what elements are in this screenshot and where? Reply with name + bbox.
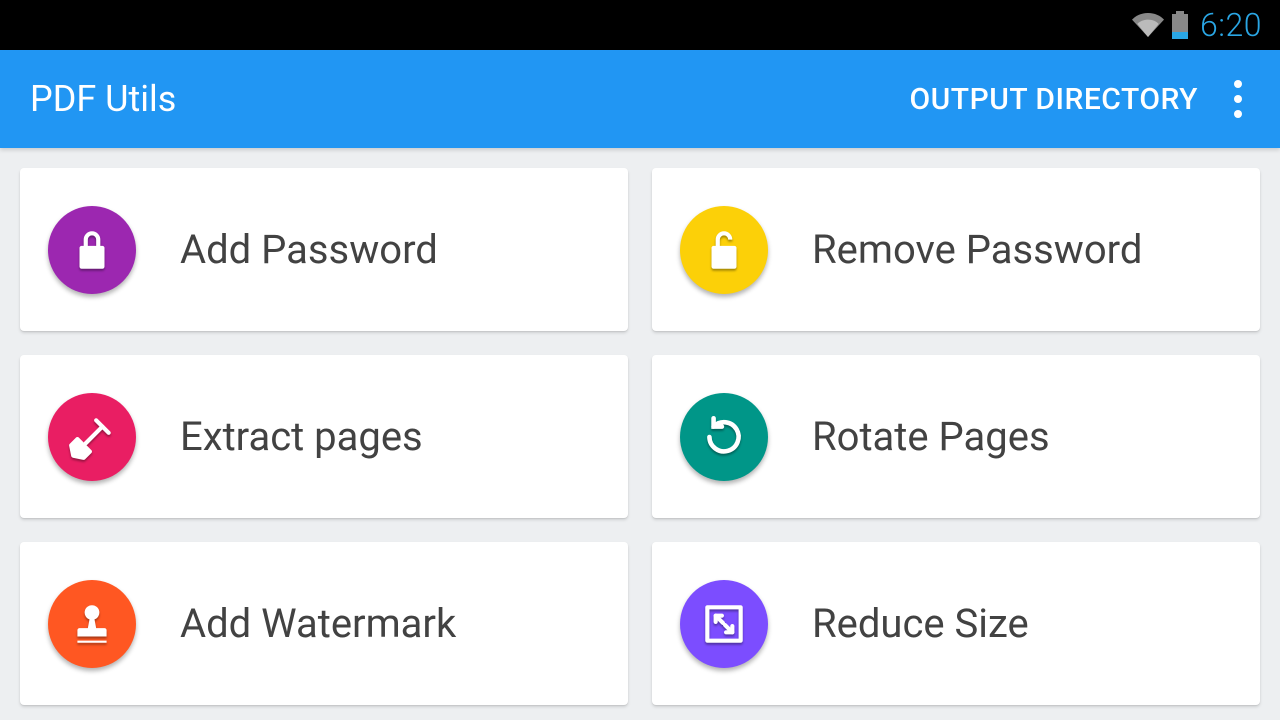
card-add-watermark[interactable]: Add Watermark	[20, 542, 628, 705]
overflow-menu-button[interactable]	[1226, 72, 1250, 126]
app-bar: PDF Utils OUTPUT DIRECTORY	[0, 50, 1280, 148]
card-add-password[interactable]: Add Password	[20, 168, 628, 331]
app-title: PDF Utils	[30, 78, 909, 120]
card-extract-pages[interactable]: Extract pages	[20, 355, 628, 518]
card-label: Reduce Size	[812, 600, 1029, 647]
card-label: Add Watermark	[180, 600, 456, 647]
card-rotate-pages[interactable]: Rotate Pages	[652, 355, 1260, 518]
battery-icon	[1172, 11, 1188, 39]
lock-open-icon	[680, 206, 768, 294]
card-label: Extract pages	[180, 413, 423, 460]
card-label: Remove Password	[812, 226, 1142, 273]
output-directory-button[interactable]: OUTPUT DIRECTORY	[909, 82, 1198, 117]
compress-icon	[680, 580, 768, 668]
status-clock: 6:20	[1200, 6, 1262, 44]
card-remove-password[interactable]: Remove Password	[652, 168, 1260, 331]
card-label: Add Password	[180, 226, 438, 273]
status-bar: 6:20	[0, 0, 1280, 50]
wifi-icon	[1132, 9, 1164, 41]
rotate-icon	[680, 393, 768, 481]
shovel-icon	[48, 393, 136, 481]
lock-closed-icon	[48, 206, 136, 294]
card-label: Rotate Pages	[812, 413, 1050, 460]
card-reduce-size[interactable]: Reduce Size	[652, 542, 1260, 705]
action-grid: Add Password Remove Password Extract pag…	[0, 148, 1280, 720]
stamp-icon	[48, 580, 136, 668]
more-vert-icon	[1234, 80, 1242, 88]
